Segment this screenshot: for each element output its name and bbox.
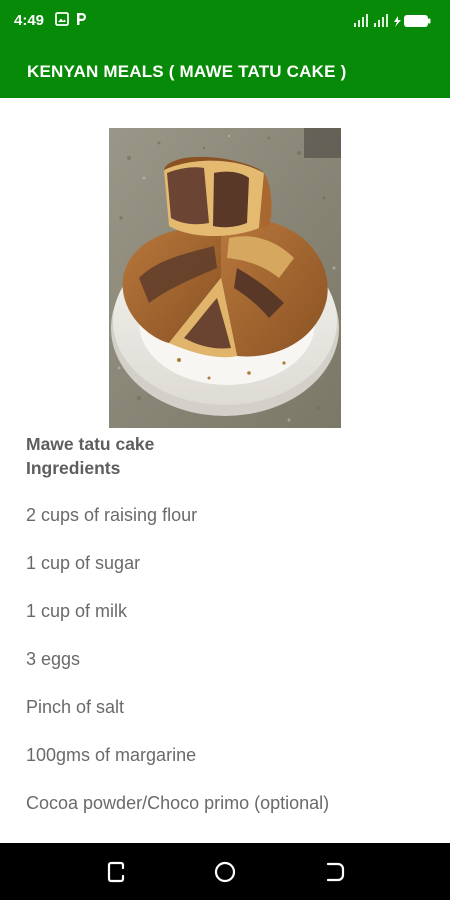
recipe-heading: Mawe tatu cake Ingredients — [26, 432, 426, 480]
ingredient-item: 2 cups of raising flour — [26, 505, 198, 525]
ingredient-item: 1 cup of sugar — [26, 553, 141, 573]
recipe-name: Mawe tatu cake — [26, 434, 155, 454]
ingredient-item: 100gms of margarine — [26, 745, 197, 765]
status-right-icons — [354, 14, 431, 27]
ingredients-heading: Ingredients — [26, 458, 121, 478]
recipe-content[interactable]: Mawe tatu cake Ingredients 2 cups of rai… — [0, 98, 450, 843]
marble-cake-photo — [109, 128, 341, 428]
ingredient-item: Cocoa powder/Choco primo (optional) — [26, 793, 330, 813]
ingredient-item: 1 cup of milk — [26, 601, 128, 621]
ingredient-item: Pinch of salt — [26, 697, 125, 717]
recipe-photo — [109, 128, 341, 428]
status-time: 4:49 — [14, 12, 45, 29]
recents-icon[interactable] — [104, 860, 128, 884]
app-bar-title: KENYAN MEALS ( MAWE TATU CAKE ) — [27, 62, 347, 81]
signal-icon — [374, 14, 388, 27]
app-bar: KENYAN MEALS ( MAWE TATU CAKE ) — [0, 44, 450, 98]
status-bar: 4:49 — [0, 0, 450, 44]
p-icon — [77, 13, 86, 25]
image-icon — [55, 12, 69, 26]
navigation-bar — [0, 843, 450, 900]
home-icon[interactable] — [213, 860, 237, 884]
back-icon[interactable] — [323, 860, 347, 884]
battery-charging-icon — [394, 15, 431, 27]
ingredient-item: 3 eggs — [26, 649, 81, 669]
signal-icon — [354, 14, 368, 27]
